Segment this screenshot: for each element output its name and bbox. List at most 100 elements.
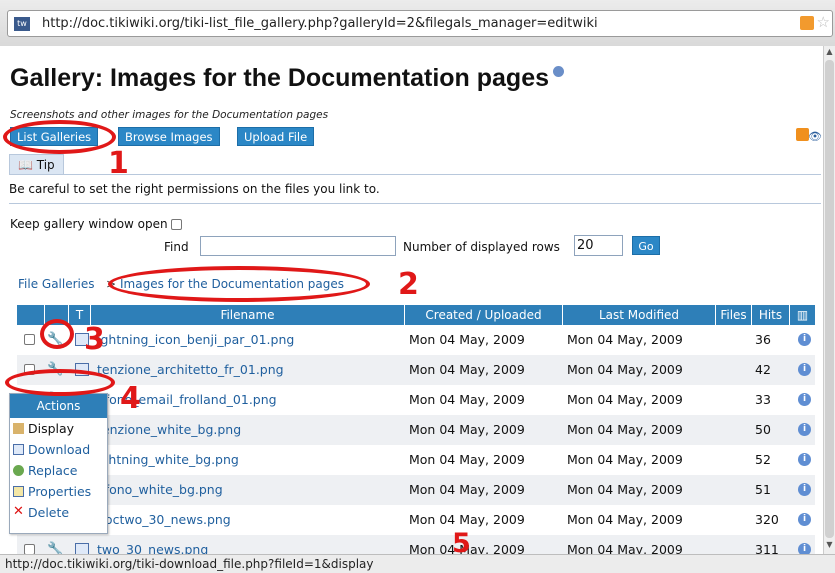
modified-cell: Mon 04 May, 2009 bbox=[567, 362, 683, 377]
modified-cell: Mon 04 May, 2009 bbox=[567, 482, 683, 497]
info-icon[interactable]: i bbox=[798, 423, 811, 436]
annotation-number-2: 2 bbox=[398, 267, 419, 302]
info-icon[interactable]: i bbox=[798, 513, 811, 526]
rss-feed-icon[interactable] bbox=[800, 16, 814, 30]
replace-action[interactable]: Replace bbox=[10, 460, 107, 481]
replace-icon bbox=[13, 465, 24, 476]
help-icon[interactable] bbox=[553, 66, 565, 77]
annotation-ring-2 bbox=[108, 266, 370, 302]
annotation-number-4: 4 bbox=[120, 381, 141, 416]
select-column-header bbox=[17, 305, 45, 325]
hits-column-header[interactable]: Hits bbox=[752, 305, 790, 325]
scroll-up-icon[interactable]: ▲ bbox=[824, 47, 835, 56]
find-input[interactable] bbox=[200, 236, 396, 256]
annotation-number-3: 3 bbox=[84, 322, 105, 357]
browse-images-button[interactable]: Browse Images bbox=[118, 127, 220, 146]
browser-toolbar: tw http://doc.tikiwiki.org/tiki-list_fil… bbox=[0, 0, 835, 46]
breadcrumb-root[interactable]: File Galleries bbox=[18, 277, 95, 291]
wrench-icon[interactable]: 🔧 bbox=[47, 542, 63, 554]
created-cell: Mon 04 May, 2009 bbox=[409, 452, 525, 467]
rows-input[interactable]: 20 bbox=[574, 235, 623, 256]
created-column-header[interactable]: Created / Uploaded bbox=[405, 305, 563, 325]
table-row[interactable]: 🔧 two_30_news.png Mon 04 May, 2009 Mon 04 M… bbox=[17, 535, 815, 554]
info-icon[interactable]: i bbox=[798, 393, 811, 406]
annotation-ring-4 bbox=[5, 369, 115, 396]
info-icon[interactable]: i bbox=[798, 333, 811, 346]
download-action[interactable]: Download bbox=[10, 439, 107, 460]
filename-cell[interactable]: efono_white_bg.png bbox=[97, 475, 403, 505]
filename-cell[interactable]: doctwo_30_news.png bbox=[97, 505, 403, 535]
keep-window-open: Keep gallery window open bbox=[10, 217, 183, 231]
table-row[interactable]: 🔧doctwo_30_news.pngMon 04 May, 2009Mon 0… bbox=[17, 505, 815, 535]
url-text[interactable]: http://doc.tikiwiki.org/tiki-list_file_g… bbox=[42, 16, 598, 31]
image-file-icon bbox=[75, 543, 89, 554]
keep-window-open-checkbox[interactable] bbox=[171, 219, 183, 230]
row-checkbox[interactable] bbox=[24, 334, 35, 345]
page-title: Gallery: Images for the Documentation pa… bbox=[10, 64, 565, 93]
modified-cell: Mon 04 May, 2009 bbox=[567, 392, 683, 407]
hits-cell: 50 bbox=[755, 422, 771, 437]
modified-cell: Mon 04 May, 2009 bbox=[567, 332, 683, 347]
address-bar[interactable]: tw http://doc.tikiwiki.org/tiki-list_fil… bbox=[7, 10, 833, 37]
info-icon[interactable]: i bbox=[798, 543, 811, 554]
book-icon: 📖 bbox=[18, 158, 37, 172]
status-bar: http://doc.tikiwiki.org/tiki-download_fi… bbox=[0, 554, 835, 573]
bookmark-star-icon[interactable]: ☆ bbox=[817, 13, 830, 31]
site-favicon: tw bbox=[14, 17, 30, 31]
modified-column-header[interactable]: Last Modified bbox=[563, 305, 716, 325]
vertical-scrollbar[interactable]: ▲ ▼ bbox=[823, 46, 835, 554]
created-cell: Mon 04 May, 2009 bbox=[409, 332, 525, 347]
filename-cell[interactable]: two_30_news.png bbox=[97, 535, 403, 554]
created-cell: Mon 04 May, 2009 bbox=[409, 542, 525, 554]
hits-cell: 52 bbox=[755, 452, 771, 467]
created-cell: Mon 04 May, 2009 bbox=[409, 392, 525, 407]
filename-column-header[interactable]: Filename bbox=[91, 305, 405, 325]
delete-icon: ✕ bbox=[13, 504, 24, 519]
table-row[interactable]: 🔧efono_white_bg.pngMon 04 May, 2009Mon 0… bbox=[17, 475, 815, 505]
filename-cell[interactable]: ightning_white_bg.png bbox=[97, 445, 403, 475]
tip-tab[interactable]: 📖 Tip bbox=[9, 154, 64, 174]
modified-cell: Mon 04 May, 2009 bbox=[567, 452, 683, 467]
table-row[interactable]: 🔧tenzione_white_bg.pngMon 04 May, 2009Mo… bbox=[17, 415, 815, 445]
files-column-header[interactable]: Files bbox=[716, 305, 752, 325]
properties-action[interactable]: Properties bbox=[10, 481, 107, 502]
hits-cell: 51 bbox=[755, 482, 771, 497]
rows-label: Number of displayed rows bbox=[403, 240, 560, 254]
modified-cell: Mon 04 May, 2009 bbox=[567, 512, 683, 527]
hits-cell: 36 bbox=[755, 332, 771, 347]
upload-file-button[interactable]: Upload File bbox=[237, 127, 315, 146]
info-icon[interactable]: i bbox=[798, 483, 811, 496]
page-content: Gallery: Images for the Documentation pa… bbox=[0, 46, 823, 554]
filename-cell[interactable]: efono_email_frolland_01.png bbox=[97, 385, 403, 415]
scroll-down-icon[interactable]: ▼ bbox=[824, 540, 835, 549]
scroll-thumb[interactable] bbox=[825, 60, 834, 538]
annotation-number-5: 5 bbox=[452, 528, 471, 554]
annotation-ring-3 bbox=[40, 319, 74, 349]
properties-icon bbox=[13, 486, 24, 497]
annotation-ring-1 bbox=[3, 120, 116, 154]
view-eye-icon[interactable]: 👁 bbox=[808, 130, 822, 143]
filename-cell[interactable]: tenzione_white_bg.png bbox=[97, 415, 403, 445]
download-icon bbox=[13, 444, 24, 455]
status-link-text: http://doc.tikiwiki.org/tiki-download_fi… bbox=[5, 557, 374, 571]
annotation-number-1: 1 bbox=[108, 146, 129, 181]
hits-cell: 33 bbox=[755, 392, 771, 407]
table-row[interactable]: 🔧ightning_white_bg.pngMon 04 May, 2009Mo… bbox=[17, 445, 815, 475]
info-icon[interactable]: i bbox=[798, 363, 811, 376]
table-row[interactable]: 🔧 ightning_icon_benji_par_01.png Mon 04 Ma… bbox=[17, 325, 815, 355]
filename-cell[interactable]: tenzione_architetto_fr_01.png bbox=[97, 355, 403, 385]
columns-icon[interactable]: ▥ bbox=[790, 305, 815, 325]
info-icon[interactable]: i bbox=[798, 453, 811, 466]
delete-action[interactable]: ✕ Delete bbox=[10, 502, 107, 523]
pencil-icon bbox=[13, 423, 24, 434]
file-table-header: T Filename Created / Uploaded Last Modif… bbox=[17, 305, 815, 325]
modified-cell: Mon 04 May, 2009 bbox=[567, 422, 683, 437]
filename-cell[interactable]: ightning_icon_benji_par_01.png bbox=[97, 325, 403, 355]
hits-cell: 42 bbox=[755, 362, 771, 377]
created-cell: Mon 04 May, 2009 bbox=[409, 362, 525, 377]
go-button[interactable]: Go bbox=[632, 236, 660, 255]
created-cell: Mon 04 May, 2009 bbox=[409, 482, 525, 497]
display-action[interactable]: Display bbox=[10, 418, 107, 439]
row-checkbox[interactable] bbox=[24, 544, 35, 554]
tip-box: Be careful to set the right permissions … bbox=[9, 174, 821, 204]
